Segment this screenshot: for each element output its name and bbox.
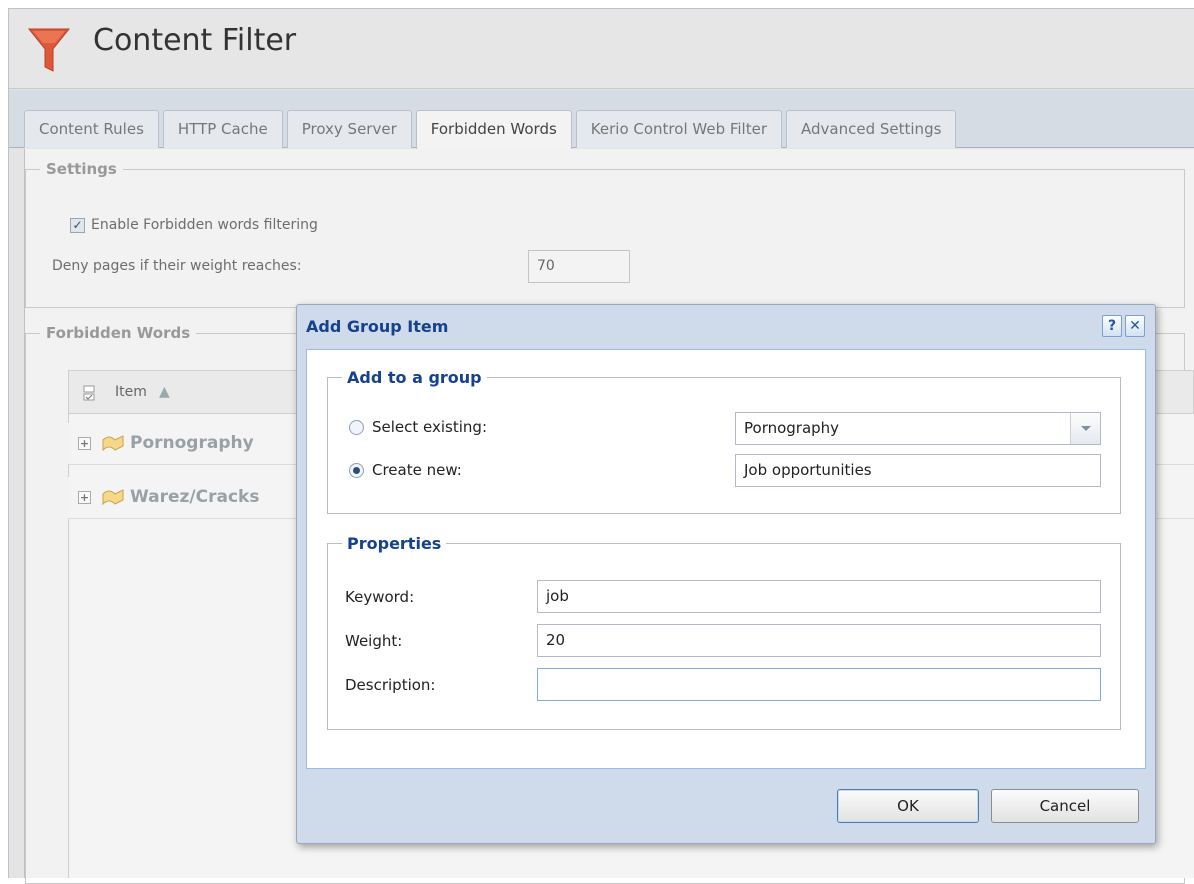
cancel-button[interactable]: Cancel: [991, 789, 1139, 823]
enable-filtering-label: Enable Forbidden words filtering: [91, 217, 318, 233]
help-button[interactable]: ?: [1102, 315, 1122, 337]
dialog-body: Add to a group Select existing: Pornogra…: [306, 349, 1146, 769]
word-group-icon: [102, 489, 124, 506]
expand-icon[interactable]: +: [78, 437, 91, 450]
create-new-radio[interactable]: [349, 462, 364, 478]
tab-kerio-control-web-filter[interactable]: Kerio Control Web Filter: [575, 110, 783, 148]
tab-proxy-server[interactable]: Proxy Server: [286, 110, 412, 148]
description-label: Description:: [345, 676, 436, 694]
add-group-item-dialog: Add Group Item ? ✕ Add to a group Select…: [296, 304, 1156, 844]
settings-legend: Settings: [46, 160, 117, 178]
keyword-input[interactable]: job: [537, 580, 1101, 613]
properties-legend: Properties: [347, 534, 442, 553]
existing-group-select[interactable]: Pornography: [735, 412, 1101, 445]
settings-fieldset: Settings: [25, 160, 1185, 308]
forbidden-words-legend: Forbidden Words: [46, 324, 191, 342]
expand-icon[interactable]: +: [78, 491, 91, 504]
group-label: Pornography: [130, 433, 254, 453]
tab-bar: Content Rules HTTP Cache Proxy Server Fo…: [9, 90, 1194, 150]
select-all-icon[interactable]: [83, 385, 95, 401]
tab-forbidden-words[interactable]: Forbidden Words: [415, 110, 572, 150]
keyword-label: Keyword:: [345, 588, 415, 606]
add-to-group-legend: Add to a group: [347, 368, 482, 387]
sort-ascending-icon: ▲: [159, 384, 170, 400]
word-group-icon: [102, 435, 124, 452]
select-existing-row: Select existing:: [349, 418, 487, 436]
weight-input[interactable]: 20: [537, 624, 1101, 657]
dialog-title: Add Group Item: [306, 317, 449, 336]
group-label: Warez/Cracks: [130, 487, 260, 507]
funnel-icon: [27, 28, 71, 72]
tab-content-rules[interactable]: Content Rules: [24, 110, 159, 148]
tab-advanced-settings[interactable]: Advanced Settings: [786, 110, 957, 148]
select-existing-label: Select existing:: [372, 418, 487, 436]
description-input[interactable]: [537, 668, 1101, 701]
existing-group-value: Pornography: [744, 419, 840, 437]
create-new-label: Create new:: [372, 461, 462, 479]
column-header-item[interactable]: Item: [115, 384, 147, 400]
enable-filtering-row: ✓ Enable Forbidden words filtering: [70, 217, 318, 233]
dialog-title-buttons: ? ✕: [1099, 315, 1145, 337]
close-button[interactable]: ✕: [1125, 315, 1145, 337]
select-existing-radio[interactable]: [349, 419, 364, 435]
enable-filtering-checkbox[interactable]: ✓: [70, 217, 85, 233]
tab-http-cache[interactable]: HTTP Cache: [162, 110, 283, 148]
deny-weight-input[interactable]: 70: [528, 250, 630, 283]
weight-label: Weight:: [345, 632, 403, 650]
page-header: Content Filter: [9, 9, 1194, 89]
ok-button[interactable]: OK: [837, 789, 979, 823]
page-title: Content Filter: [93, 23, 297, 58]
deny-weight-label: Deny pages if their weight reaches:: [52, 258, 302, 274]
tab-strip: Content Rules HTTP Cache Proxy Server Fo…: [24, 110, 960, 150]
create-new-row: Create new:: [349, 461, 462, 479]
chevron-down-icon[interactable]: [1070, 413, 1100, 444]
new-group-input[interactable]: Job opportunities: [735, 454, 1101, 487]
deny-weight-row: Deny pages if their weight reaches:: [52, 258, 302, 274]
